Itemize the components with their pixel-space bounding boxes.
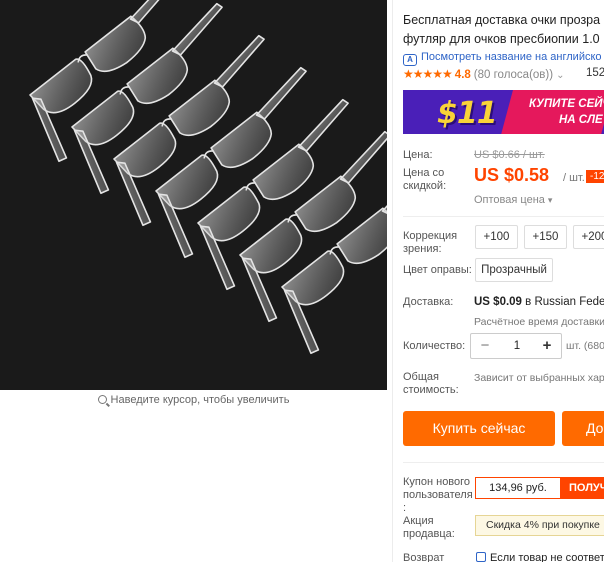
- correction-option-100[interactable]: +100: [475, 225, 518, 249]
- frame-color-option[interactable]: Прозрачный: [475, 258, 553, 282]
- new-user-coupon-label: Купон нового пользователя :: [403, 476, 473, 515]
- glasses-photo: [0, 0, 387, 390]
- orders-count: 152: [586, 67, 604, 79]
- buy-now-button[interactable]: Купить сейчас: [403, 411, 555, 446]
- chevron-down-icon: ⌄: [556, 70, 565, 81]
- banner-text: КУПИТЕ СЕЙЧ: [529, 98, 604, 110]
- correction-option-200[interactable]: +200: [573, 225, 604, 249]
- wholesale-price-toggle[interactable]: Оптовая цена ▾: [474, 194, 552, 206]
- seller-promo-label-line: Акция: [403, 515, 434, 527]
- total-value: Зависит от выбранных хар: [474, 372, 604, 384]
- get-coupon-button[interactable]: ПОЛУЧ: [560, 478, 604, 498]
- divider: [403, 462, 604, 463]
- total-label-line: Общая: [403, 371, 439, 383]
- coupon-amount: 134,96 руб.: [476, 478, 560, 498]
- product-title-line: Бесплатная доставка очки прозра: [403, 13, 601, 27]
- add-to-cart-button[interactable]: До: [562, 411, 604, 446]
- coupon-label-line: :: [403, 502, 407, 514]
- zoom-hint-text: Наведите курсор, чтобы увеличить: [110, 394, 290, 406]
- coupon-label-line: Купон нового: [403, 476, 471, 488]
- correction-label: Коррекция зрения:: [403, 230, 457, 256]
- seller-promo-label: Акция продавца:: [403, 515, 455, 541]
- translate-icon: A: [403, 54, 417, 66]
- rating-stars-icon: ★★★★★: [403, 67, 453, 81]
- sale-price: US $0.58: [474, 165, 550, 185]
- rating-value: 4.8: [454, 69, 471, 81]
- product-title-line: футляр для очков пресбиопии 1.0: [403, 32, 600, 46]
- banner-amount: $11: [437, 96, 498, 131]
- coupon-label-line: пользователя: [403, 489, 473, 501]
- correction-label-line: зрения:: [403, 243, 442, 255]
- price-label: Цена:: [403, 149, 433, 161]
- correction-label-line: Коррекция: [403, 230, 458, 242]
- translate-link-text: Посмотреть название на английско: [421, 51, 602, 63]
- shipping-label: Доставка:: [403, 296, 454, 308]
- divider: [403, 216, 604, 217]
- sale-price-label: Цена со скидкой:: [403, 167, 446, 193]
- quantity-available: шт. (680: [566, 340, 604, 352]
- column-divider: [392, 0, 393, 562]
- shipping-price: US $0.09: [474, 296, 522, 308]
- correction-option-150[interactable]: +150: [524, 225, 567, 249]
- product-title: Бесплатная доставка очки прозра футляр д…: [403, 11, 604, 49]
- total-label: Общая стоимость:: [403, 371, 459, 397]
- wholesale-label: Оптовая цена: [474, 194, 545, 206]
- view-english-title-link[interactable]: A Посмотреть название на английско: [403, 51, 602, 66]
- price-unit: / шт.: [563, 172, 585, 184]
- sale-price-label-line: Цена со: [403, 167, 445, 179]
- quantity-label: Количество:: [403, 340, 466, 352]
- magnifier-icon: [97, 395, 107, 404]
- promo-banner[interactable]: $11 КУПИТЕ СЕЙЧ НА СЛЕ: [403, 90, 604, 134]
- discount-badge: -12: [586, 170, 604, 183]
- sale-price-label-line: скидкой:: [403, 180, 447, 192]
- shipping-destination: в Russian Federa: [525, 296, 604, 308]
- seller-promo-tag[interactable]: Скидка 4% при покупке: [475, 515, 604, 536]
- quantity-stepper: − 1 +: [470, 333, 562, 359]
- quantity-increase-button[interactable]: +: [535, 334, 559, 358]
- new-user-coupon: 134,96 руб. ПОЛУЧ: [475, 477, 604, 499]
- total-label-line: стоимость:: [403, 384, 459, 396]
- quantity-decrease-button[interactable]: −: [473, 334, 497, 358]
- product-main-image[interactable]: [0, 0, 387, 390]
- rating-row[interactable]: ★★★★★ 4.8 (80 голоса(ов)) ⌄ 152: [403, 67, 604, 81]
- shipping-cost[interactable]: US $0.09 в Russian Federa: [474, 296, 604, 308]
- seller-promo-label-line: продавца:: [403, 528, 455, 540]
- shield-icon: [476, 552, 486, 562]
- rating-votes: (80 голоса(ов)): [473, 69, 554, 81]
- banner-stripe: [501, 90, 604, 134]
- chevron-down-icon: ▾: [547, 195, 553, 205]
- returns-label: Возврат: [403, 552, 445, 562]
- frame-color-label: Цвет оправы:: [403, 264, 472, 276]
- returns-text: Если товар не соответс: [490, 552, 604, 562]
- banner-text: НА СЛЕ: [559, 114, 603, 126]
- returns-info: Если товар не соответс: [476, 552, 604, 562]
- quantity-input[interactable]: 1: [501, 334, 533, 358]
- original-price: US $0.66 / шт.: [474, 149, 545, 161]
- delivery-estimate: Расчётное время доставки: [474, 316, 604, 328]
- zoom-hint: Наведите курсор, чтобы увеличить: [0, 392, 387, 408]
